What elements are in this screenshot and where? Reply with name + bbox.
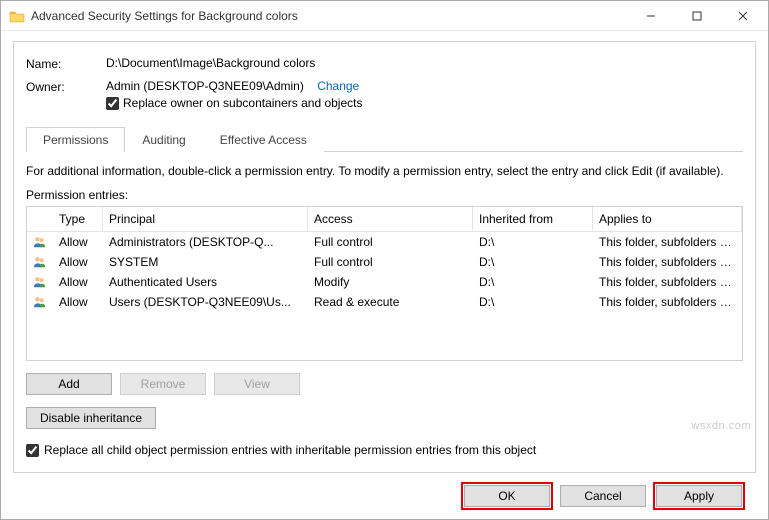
replace-all-row: Replace all child object permission entr… <box>26 443 743 457</box>
tab-auditing[interactable]: Auditing <box>125 127 202 152</box>
cell-applies: This folder, subfolders and files <box>593 233 742 251</box>
cell-type: Allow <box>53 253 103 271</box>
cell-principal: Administrators (DESKTOP-Q... <box>103 233 308 251</box>
cell-inherited: D:\ <box>473 273 593 291</box>
cell-applies: This folder, subfolders and files <box>593 253 742 271</box>
maximize-button[interactable] <box>674 2 720 30</box>
add-button[interactable]: Add <box>26 373 112 395</box>
cell-type: Allow <box>53 233 103 251</box>
owner-value: Admin (DESKTOP-Q3NEE09\Admin) <box>106 79 304 93</box>
cell-access: Full control <box>308 253 473 271</box>
tab-effective-access[interactable]: Effective Access <box>203 127 324 152</box>
tab-bar: Permissions Auditing Effective Access <box>26 126 743 152</box>
table-row[interactable]: AllowAuthenticated UsersModifyD:\This fo… <box>27 272 742 292</box>
cell-inherited: D:\ <box>473 293 593 311</box>
remove-button: Remove <box>120 373 206 395</box>
users-icon <box>27 293 53 311</box>
table-row[interactable]: AllowSYSTEMFull controlD:\This folder, s… <box>27 252 742 272</box>
main-panel: Name: D:\Document\Image\Background color… <box>13 41 756 473</box>
folder-icon <box>9 9 25 23</box>
col-inherited[interactable]: Inherited from <box>473 207 593 231</box>
minimize-button[interactable] <box>628 2 674 30</box>
cancel-button[interactable]: Cancel <box>560 485 646 507</box>
grid-header: Type Principal Access Inherited from App… <box>27 207 742 232</box>
col-type[interactable]: Type <box>53 207 103 231</box>
col-access[interactable]: Access <box>308 207 473 231</box>
inherit-buttons: Disable inheritance <box>26 407 743 429</box>
name-value: D:\Document\Image\Background colors <box>106 56 743 70</box>
owner-row: Owner: Admin (DESKTOP-Q3NEE09\Admin) Cha… <box>26 79 743 110</box>
replace-owner-label[interactable]: Replace owner on subcontainers and objec… <box>123 96 362 110</box>
col-applies[interactable]: Applies to <box>593 207 742 231</box>
cell-type: Allow <box>53 273 103 291</box>
users-icon <box>27 233 53 251</box>
disable-inheritance-button[interactable]: Disable inheritance <box>26 407 156 429</box>
owner-label: Owner: <box>26 79 106 94</box>
cell-type: Allow <box>53 293 103 311</box>
cell-applies: This folder, subfolders and files <box>593 293 742 311</box>
cell-applies: This folder, subfolders and files <box>593 273 742 291</box>
content-area: Name: D:\Document\Image\Background color… <box>1 31 768 519</box>
cell-access: Modify <box>308 273 473 291</box>
cell-access: Full control <box>308 233 473 251</box>
grid-body: AllowAdministrators (DESKTOP-Q...Full co… <box>27 232 742 312</box>
table-row[interactable]: AllowAdministrators (DESKTOP-Q...Full co… <box>27 232 742 252</box>
permission-grid[interactable]: Type Principal Access Inherited from App… <box>26 206 743 361</box>
tab-permissions[interactable]: Permissions <box>26 127 125 152</box>
users-icon <box>27 273 53 291</box>
close-button[interactable] <box>720 2 766 30</box>
view-button: View <box>214 373 300 395</box>
dialog-footer: OK Cancel Apply <box>13 473 756 519</box>
info-text: For additional information, double-click… <box>26 164 743 178</box>
name-row: Name: D:\Document\Image\Background color… <box>26 56 743 71</box>
window-title: Advanced Security Settings for Backgroun… <box>31 9 628 23</box>
replace-owner-checkbox[interactable] <box>106 97 119 110</box>
entries-label: Permission entries: <box>26 188 743 202</box>
entry-buttons: Add Remove View <box>26 373 743 395</box>
replace-all-label[interactable]: Replace all child object permission entr… <box>44 443 536 457</box>
window: Advanced Security Settings for Backgroun… <box>0 0 769 520</box>
users-icon <box>27 253 53 271</box>
ok-button[interactable]: OK <box>464 485 550 507</box>
cell-inherited: D:\ <box>473 233 593 251</box>
change-owner-link[interactable]: Change <box>317 79 359 93</box>
cell-inherited: D:\ <box>473 253 593 271</box>
cell-access: Read & execute <box>308 293 473 311</box>
table-row[interactable]: AllowUsers (DESKTOP-Q3NEE09\Us...Read & … <box>27 292 742 312</box>
col-icon[interactable] <box>27 207 53 231</box>
apply-button[interactable]: Apply <box>656 485 742 507</box>
titlebar: Advanced Security Settings for Backgroun… <box>1 1 768 31</box>
replace-all-checkbox[interactable] <box>26 444 39 457</box>
cell-principal: Users (DESKTOP-Q3NEE09\Us... <box>103 293 308 311</box>
name-label: Name: <box>26 56 106 71</box>
cell-principal: SYSTEM <box>103 253 308 271</box>
col-principal[interactable]: Principal <box>103 207 308 231</box>
cell-principal: Authenticated Users <box>103 273 308 291</box>
